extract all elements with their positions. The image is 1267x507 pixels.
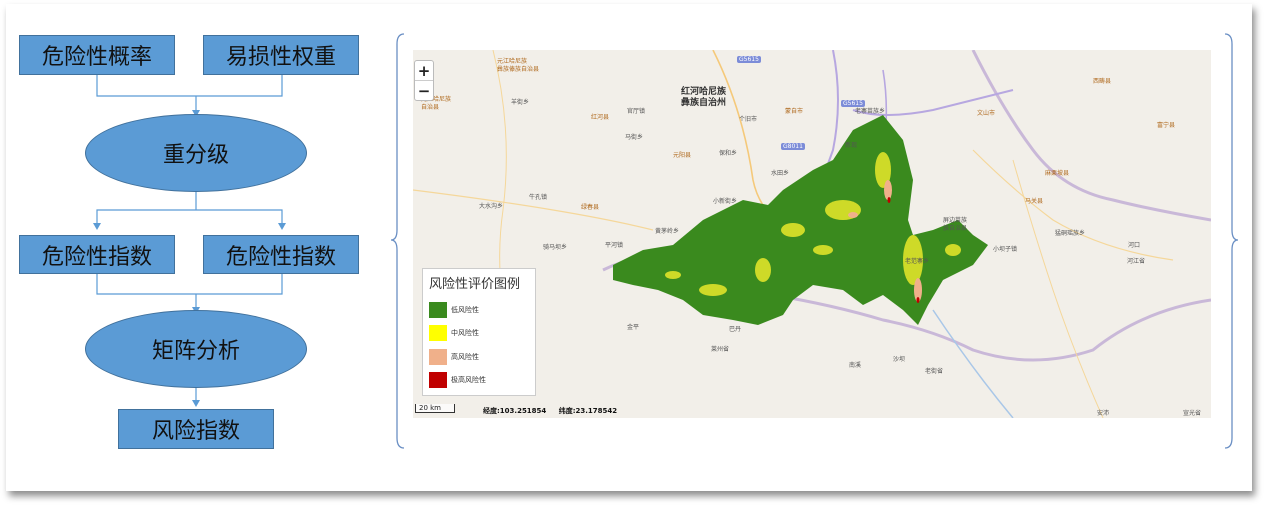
right-bracket [1224, 33, 1239, 449]
longitude-readout: 经度:103.251854 [483, 407, 547, 415]
map-label: 骑马坝乡 [543, 244, 568, 251]
legend-swatch [429, 372, 447, 389]
map-label: 平河镇 [605, 242, 624, 249]
map-label: 个旧市 [739, 116, 758, 123]
map-label: 羊街乡 [511, 99, 530, 106]
vulnerability-weight-box: 易损性权重 [203, 35, 359, 75]
map-label: 老范寨乡 [905, 258, 930, 265]
legend-item-very-high: 极高风险性 [429, 369, 529, 393]
map-label: 自治县 [421, 104, 440, 111]
risk-map[interactable]: 红河哈尼族 彝族自治州 元江哈尼族 彝族傣族自治县 元江哈尼族 自治县 羊街乡 … [413, 50, 1211, 418]
legend-label: 极高风险性 [451, 376, 486, 385]
map-label: 彝族傣族自治县 [497, 66, 540, 73]
map-legend: 风险性评价图例 低风险性 中风险性 高风险性 极高风险性 [422, 268, 536, 396]
map-label: 马关县 [1025, 198, 1044, 205]
legend-item-medium: 中风险性 [429, 322, 529, 346]
map-label: 族自治县 [943, 225, 968, 232]
zoom-in-button[interactable]: + [415, 61, 433, 80]
coordinate-readout: 经度:103.251854 纬度:23.178542 [483, 406, 627, 416]
map-label: 猛硐瑶族乡 [1055, 230, 1086, 237]
legend-title: 风险性评价图例 [429, 277, 521, 292]
map-label: 宣光省 [1183, 410, 1202, 417]
latitude-readout: 纬度:23.178542 [558, 407, 618, 415]
map-label: 老街省 [925, 368, 944, 375]
matrix-analysis-ellipse: 矩阵分析 [85, 310, 307, 388]
hazard-index-box-left: 危险性指数 [19, 235, 175, 274]
hazard-index-box-right: 危险性指数 [203, 235, 359, 274]
map-label: 元阳县 [673, 152, 692, 159]
reclassification-ellipse: 重分级 [85, 114, 307, 192]
zoom-control: + − [414, 60, 434, 101]
map-label: 金平 [627, 324, 640, 331]
map-label: 河江省 [1127, 258, 1146, 265]
map-label: 水田乡 [771, 170, 790, 177]
map-label: 富宁县 [1157, 122, 1176, 129]
highway-shield: G5615 [737, 56, 761, 63]
scale-bar: 20 km [415, 404, 455, 413]
highway-shield: G8011 [781, 143, 805, 150]
map-label: 保和乡 [719, 150, 738, 157]
map-label: 安沛 [1097, 410, 1110, 417]
map-label: 小新街乡 [713, 198, 738, 205]
map-label: 巴丹 [729, 326, 742, 333]
map-label: 南溪 [849, 362, 862, 369]
map-label: 沙坝 [893, 356, 906, 363]
map-label: 红河县 [591, 114, 610, 121]
legend-item-low: 低风险性 [429, 298, 529, 322]
map-label: 莱州省 [711, 346, 730, 353]
highway-shield: G5615 [841, 100, 865, 107]
zoom-out-button[interactable]: − [415, 80, 433, 100]
map-label: 牛孔镇 [529, 194, 548, 201]
legend-item-high: 高风险性 [429, 345, 529, 369]
map-label: 麻栗坡县 [1045, 170, 1070, 177]
risk-index-box: 风险指数 [118, 409, 274, 449]
map-label: 河口 [1128, 242, 1141, 249]
map-label: 马街乡 [625, 134, 644, 141]
map-label: 新现 [845, 142, 858, 149]
map-label: 大水沟乡 [479, 203, 504, 210]
region-title-2: 彝族自治州 [681, 98, 727, 108]
map-label: 小坝子镇 [993, 246, 1018, 253]
map-label: 官厅镇 [627, 108, 646, 115]
legend-label: 高风险性 [451, 352, 479, 361]
legend-swatch [429, 325, 447, 342]
hazard-probability-box: 危险性概率 [19, 35, 175, 75]
legend-swatch [429, 301, 447, 318]
map-label: 蒙自市 [785, 108, 804, 115]
map-label: 绿春县 [581, 204, 600, 211]
map-label: 文山市 [977, 110, 996, 117]
map-label: 黄茅岭乡 [655, 228, 680, 235]
map-label: 老寨苗族乡 [855, 108, 886, 115]
legend-label: 中风险性 [451, 329, 479, 338]
left-bracket [390, 33, 405, 449]
map-label: 西畴县 [1093, 78, 1112, 85]
legend-swatch [429, 348, 447, 365]
legend-label: 低风险性 [451, 305, 479, 314]
